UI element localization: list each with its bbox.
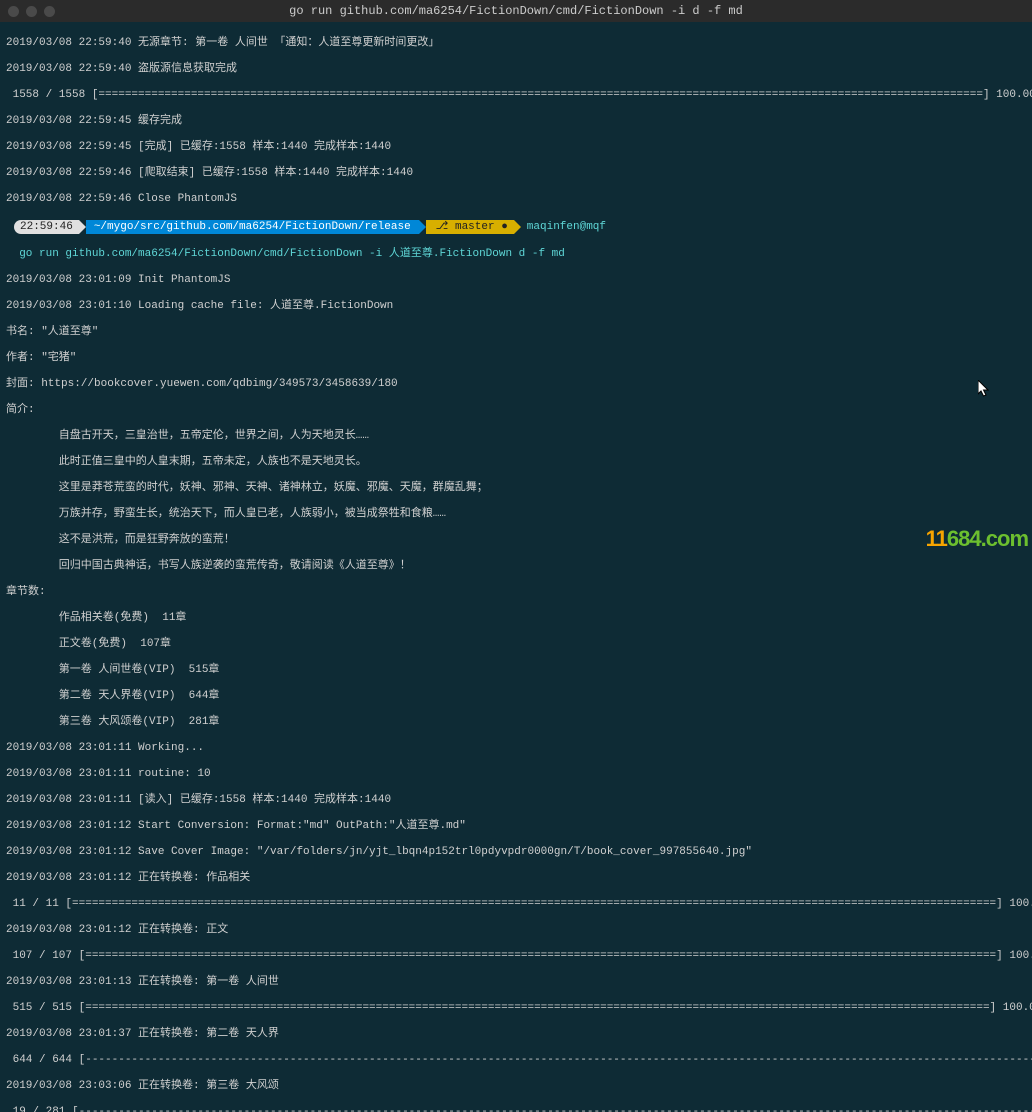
progress-line: 515 / 515 [=============================… [6, 1002, 1026, 1015]
separator-icon [79, 220, 86, 234]
desc-line: 万族并存，野蛮生长，统治天下，而人皇已老，人族弱小，被当成祭牲和食粮…… [6, 508, 1026, 521]
progress-line: 644 / 644 [-----------------------------… [6, 1054, 1026, 1067]
log-line: 2019/03/08 22:59:45 [完成] 已缓存:1558 样本:144… [6, 141, 1026, 154]
info-line: 书名: "人道至尊" [6, 326, 1026, 339]
chapter-line: 正文卷(免费) 107章 [6, 638, 1026, 651]
log-line: 2019/03/08 22:59:40 盗版源信息获取完成 [6, 63, 1026, 76]
info-line: 封面: https://bookcover.yuewen.com/qdbimg/… [6, 378, 1026, 391]
prompt-branch: ⎇ master ● [426, 220, 514, 234]
log-line: 2019/03/08 22:59:46 [爬取结束] 已缓存:1558 样本:1… [6, 167, 1026, 180]
log-line: 2019/03/08 23:01:12 Start Conversion: Fo… [6, 820, 1026, 833]
log-line: 2019/03/08 23:01:10 Loading cache file: … [6, 300, 1026, 313]
log-line: 2019/03/08 23:01:12 正在转换卷: 作品相关 [6, 872, 1026, 885]
prompt-path: ~/mygo/src/github.com/ma6254/FictionDown… [86, 220, 419, 234]
separator-icon [419, 220, 426, 234]
log-line: 2019/03/08 23:01:11 routine: 10 [6, 768, 1026, 781]
chapter-line: 作品相关卷(免费) 11章 [6, 612, 1026, 625]
watermark: 11684.com [926, 526, 1028, 552]
branch-icon: ⎇ [436, 221, 449, 234]
progress-line: 107 / 107 [=============================… [6, 950, 1026, 963]
progress-line: 19 / 281 [------------------------------… [6, 1106, 1026, 1112]
desc-line: 这里是莽苍荒蛮的时代，妖神、邪神、天神、诸神林立，妖魔、邪魔、天魔，群魔乱舞； [6, 482, 1026, 495]
window-title: go run github.com/ma6254/FictionDown/cmd… [0, 4, 1032, 18]
separator-icon [514, 220, 521, 234]
log-line: 2019/03/08 22:59:46 Close PhantomJS [6, 193, 1026, 206]
log-line: 2019/03/08 23:01:12 正在转换卷: 正文 [6, 924, 1026, 937]
shell-prompt: 22:59:46 ~/mygo/src/github.com/ma6254/Fi… [6, 220, 1026, 234]
info-line: 章节数: [6, 586, 1026, 599]
log-line: 2019/03/08 22:59:45 缓存完成 [6, 115, 1026, 128]
info-line: 简介: [6, 404, 1026, 417]
progress-line: 11 / 11 [===============================… [6, 898, 1026, 911]
log-line: 2019/03/08 23:01:13 正在转换卷: 第一卷 人间世 [6, 976, 1026, 989]
prompt-time: 22:59:46 [14, 220, 79, 234]
log-line: 2019/03/08 23:01:12 Save Cover Image: "/… [6, 846, 1026, 859]
terminal-output[interactable]: 2019/03/08 22:59:40 无源章节: 第一卷 人间世 「通知：人道… [0, 22, 1032, 1112]
log-line: 2019/03/08 23:03:06 正在转换卷: 第三卷 大风颂 [6, 1080, 1026, 1093]
chapter-line: 第三卷 大风颂卷(VIP) 281章 [6, 716, 1026, 729]
titlebar: go run github.com/ma6254/FictionDown/cmd… [0, 0, 1032, 22]
desc-line: 这不是洪荒，而是狂野奔放的蛮荒！ [6, 534, 1026, 547]
log-line: 2019/03/08 22:59:40 无源章节: 第一卷 人间世 「通知：人道… [6, 37, 1026, 50]
desc-line: 回归中国古典神话，书写人族逆袭的蛮荒传奇，敬请阅读《人道至尊》！ [6, 560, 1026, 573]
log-line: 2019/03/08 23:01:11 [读入] 已缓存:1558 样本:144… [6, 794, 1026, 807]
log-line: 2019/03/08 23:01:11 Working... [6, 742, 1026, 755]
chapter-line: 第一卷 人间世卷(VIP) 515章 [6, 664, 1026, 677]
progress-line: 1558 / 1558 [===========================… [6, 89, 1026, 102]
desc-line: 此时正值三皇中的人皇末期，五帝未定，人族也不是天地灵长。 [6, 456, 1026, 469]
log-line: 2019/03/08 23:01:09 Init PhantomJS [6, 274, 1026, 287]
prompt-user: maqinfen@mqf [527, 221, 606, 234]
info-line: 作者: "宅猪" [6, 352, 1026, 365]
command-line: go run github.com/ma6254/FictionDown/cmd… [6, 248, 1026, 261]
desc-line: 自盘古开天，三皇治世，五帝定伦，世界之间，人为天地灵长…… [6, 430, 1026, 443]
chapter-line: 第二卷 天人界卷(VIP) 644章 [6, 690, 1026, 703]
log-line: 2019/03/08 23:01:37 正在转换卷: 第二卷 天人界 [6, 1028, 1026, 1041]
